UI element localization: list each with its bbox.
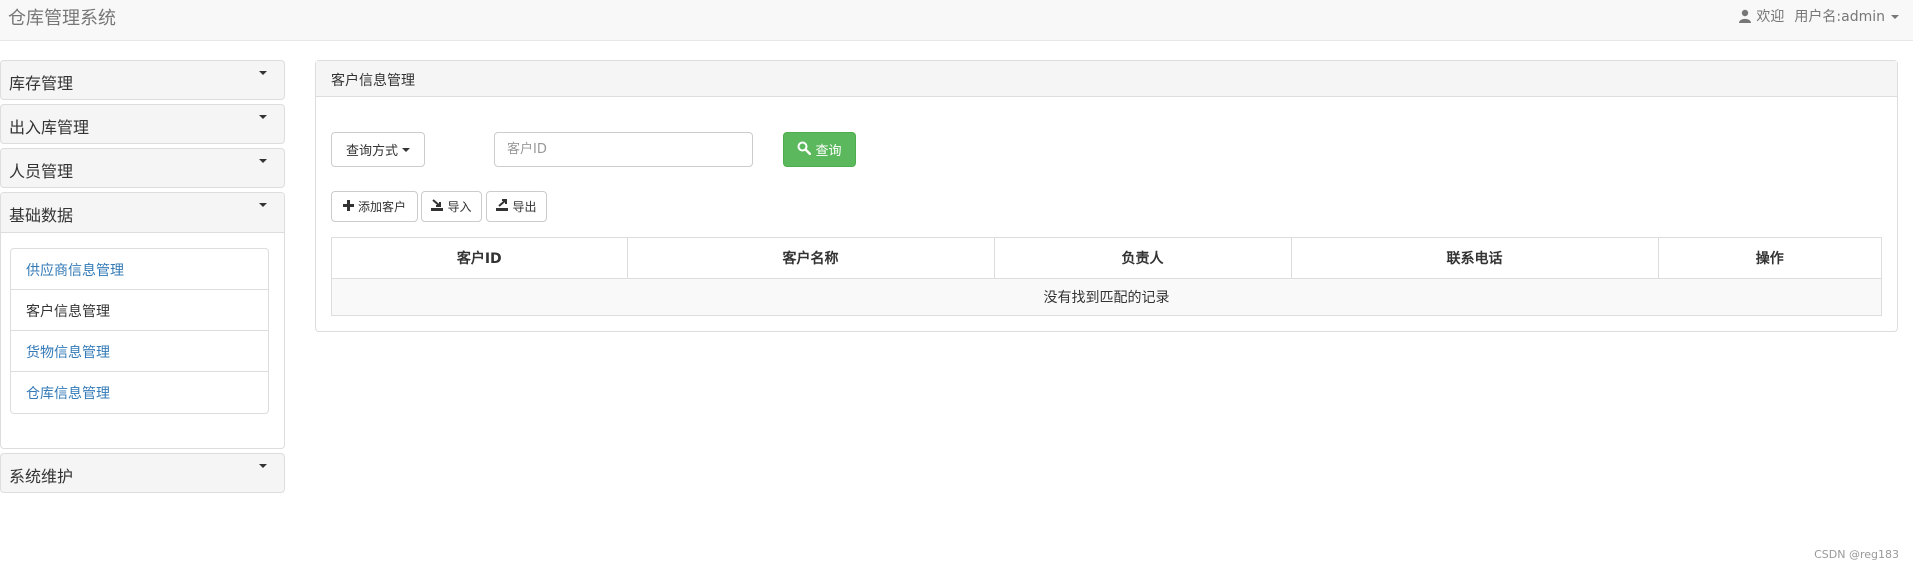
empty-table-message: 没有找到匹配的记录	[332, 278, 1881, 315]
sidebar-section-inventory[interactable]: 库存管理	[0, 60, 285, 100]
caret-down-icon	[259, 115, 267, 119]
export-icon	[496, 199, 512, 214]
table-header-row: 客户ID 客户名称 负责人 联系电话 操作	[332, 238, 1881, 279]
caret-down-icon	[402, 147, 410, 152]
sidebar-section-basic-data[interactable]: 基础数据	[1, 193, 284, 233]
search-icon	[797, 141, 815, 159]
panel-title: 客户信息管理	[316, 61, 1897, 97]
import-label: 导入	[447, 200, 472, 214]
query-mode-label: 查询方式	[345, 144, 398, 159]
column-header-customer-name[interactable]: 客户名称	[627, 238, 995, 279]
welcome-text: 欢迎	[1756, 9, 1785, 25]
top-navbar: 仓库管理系统 欢迎 用户名:admin	[0, 0, 1913, 41]
column-header-actions[interactable]: 操作	[1658, 238, 1881, 279]
import-button[interactable]: 导入	[421, 191, 482, 222]
export-label: 导出	[512, 200, 537, 214]
table-row: 没有找到匹配的记录	[332, 278, 1881, 315]
sidebar-item-goods[interactable]: 货物信息管理	[11, 331, 268, 372]
sidebar-item-supplier[interactable]: 供应商信息管理	[11, 249, 268, 290]
caret-down-icon	[259, 71, 267, 75]
query-mode-dropdown[interactable]: 查询方式	[331, 132, 425, 167]
sidebar-section-label: 基础数据	[9, 206, 74, 225]
sidebar-section-label: 系统维护	[9, 467, 74, 486]
add-customer-button[interactable]: 添加客户	[331, 191, 418, 222]
export-button[interactable]: 导出	[486, 191, 547, 222]
caret-down-icon	[259, 203, 267, 207]
app-title[interactable]: 仓库管理系统	[8, 4, 116, 30]
search-button-label: 查询	[815, 144, 842, 159]
sidebar-item-customer[interactable]: 客户信息管理	[11, 290, 268, 331]
sidebar-section-label: 人员管理	[9, 162, 74, 181]
import-icon	[431, 199, 447, 214]
plus-icon	[342, 199, 358, 214]
customer-table: 客户ID 客户名称 负责人 联系电话 操作 没有找到匹配的记录	[331, 237, 1882, 316]
user-menu[interactable]: 欢迎 用户名:admin	[1738, 6, 1899, 26]
sidebar: 库存管理 出入库管理 人员管理 基础数据 供应商信息管理 客户信息管理 货物信息…	[0, 60, 285, 497]
caret-down-icon	[259, 159, 267, 163]
sidebar-item-warehouse[interactable]: 仓库信息管理	[11, 372, 268, 413]
user-icon	[1738, 9, 1752, 23]
caret-down-icon	[1891, 15, 1899, 19]
sidebar-section-basic-data-panel: 基础数据 供应商信息管理 客户信息管理 货物信息管理 仓库信息管理	[0, 192, 285, 449]
sidebar-submenu: 供应商信息管理 客户信息管理 货物信息管理 仓库信息管理	[1, 233, 284, 448]
sidebar-section-stock-io[interactable]: 出入库管理	[0, 104, 285, 144]
customer-panel: 客户信息管理 查询方式 查询 添加客户 导入 导出	[315, 60, 1898, 332]
caret-down-icon	[259, 464, 267, 468]
column-header-phone[interactable]: 联系电话	[1291, 238, 1659, 279]
column-header-customer-id[interactable]: 客户ID	[332, 238, 628, 279]
sidebar-section-label: 库存管理	[9, 74, 74, 93]
column-header-contact-person[interactable]: 负责人	[994, 238, 1292, 279]
sidebar-section-staff[interactable]: 人员管理	[0, 148, 285, 188]
search-button[interactable]: 查询	[783, 132, 856, 167]
sidebar-section-system[interactable]: 系统维护	[0, 453, 285, 493]
watermark: CSDN @reg183	[1814, 548, 1899, 561]
sidebar-section-label: 出入库管理	[9, 118, 90, 137]
username-label[interactable]: 用户名:admin	[1794, 6, 1885, 26]
add-customer-label: 添加客户	[357, 200, 406, 214]
search-input[interactable]	[494, 132, 753, 167]
sidebar-submenu-list: 供应商信息管理 客户信息管理 货物信息管理 仓库信息管理	[10, 248, 269, 414]
